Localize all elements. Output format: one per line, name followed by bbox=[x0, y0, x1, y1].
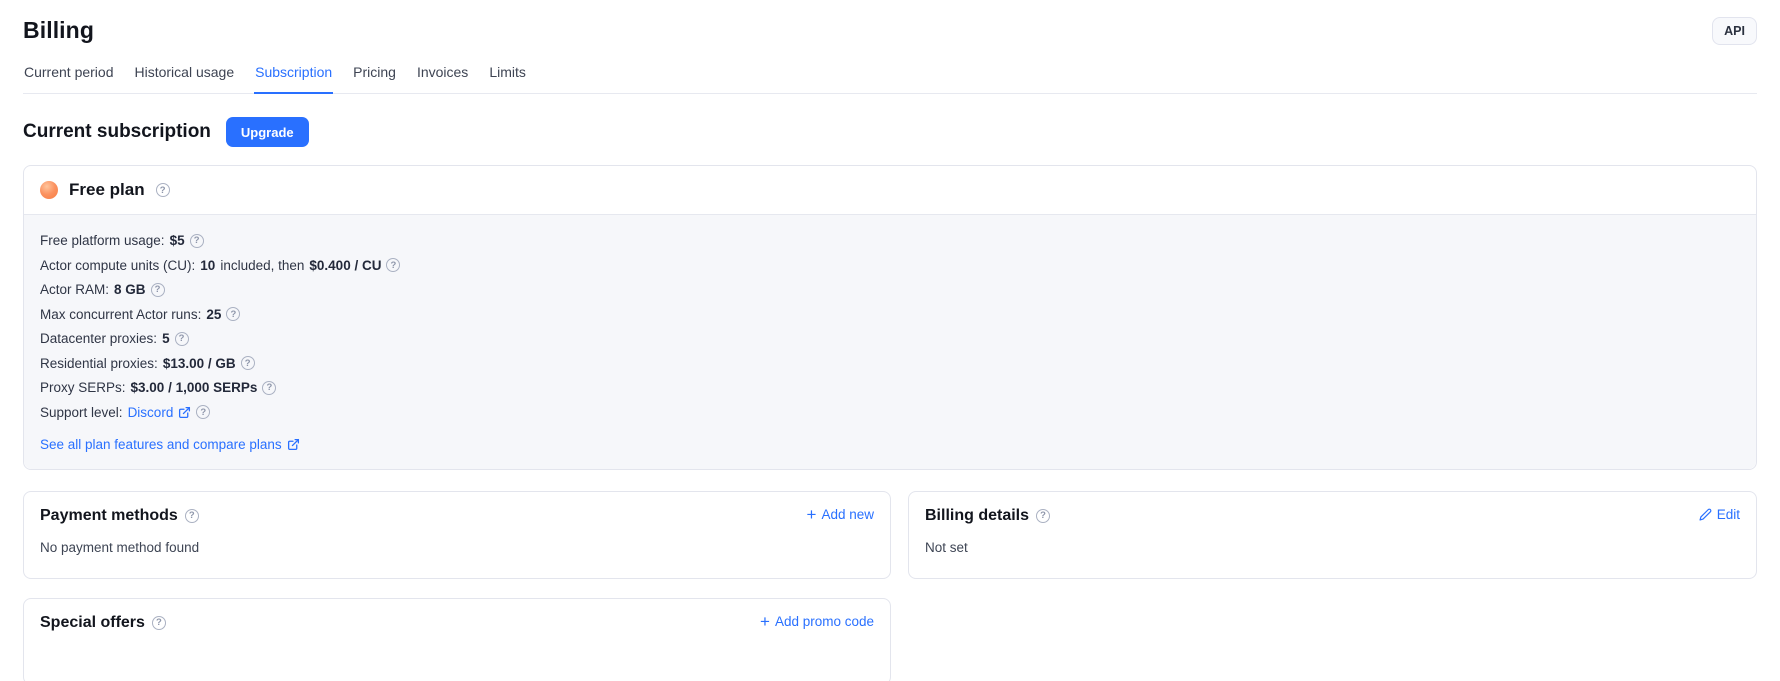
feature-row: Actor compute units (CU): 10 included, t… bbox=[40, 258, 1740, 273]
billing-details-title-group: Billing details ? bbox=[925, 507, 1050, 525]
feature-value: $3.00 / 1,000 SERPs bbox=[131, 380, 258, 395]
plan-card-header: Free plan ? bbox=[24, 166, 1756, 215]
tab-historical-usage[interactable]: Historical usage bbox=[134, 60, 236, 94]
plus-icon: + bbox=[807, 508, 817, 521]
tab-invoices[interactable]: Invoices bbox=[416, 60, 469, 94]
feature-label: Support level: bbox=[40, 405, 123, 420]
add-promo-code-label: Add promo code bbox=[775, 614, 874, 629]
feature-row: Residential proxies: $13.00 / GB ? bbox=[40, 356, 1740, 371]
payment-methods-title-group: Payment methods ? bbox=[40, 507, 199, 525]
api-button[interactable]: API bbox=[1712, 17, 1757, 45]
help-icon[interactable]: ? bbox=[241, 356, 255, 370]
feature-value: 10 bbox=[200, 258, 215, 273]
pencil-icon bbox=[1699, 508, 1712, 521]
payment-methods-empty-text: No payment method found bbox=[40, 540, 874, 555]
help-icon[interactable]: ? bbox=[175, 332, 189, 346]
feature-row: Free platform usage: $5 ? bbox=[40, 233, 1740, 248]
page-title: Billing bbox=[23, 17, 94, 44]
feature-label: Max concurrent Actor runs: bbox=[40, 307, 201, 322]
free-plan-card: Free plan ? Free platform usage: $5 ? Ac… bbox=[23, 165, 1757, 470]
special-offers-title-group: Special offers ? bbox=[40, 614, 166, 632]
feature-label: Residential proxies: bbox=[40, 356, 158, 371]
help-icon[interactable]: ? bbox=[196, 405, 210, 419]
special-offers-header: Special offers ? + Add promo code bbox=[40, 614, 874, 632]
page-header: Billing API bbox=[23, 0, 1757, 45]
help-icon[interactable]: ? bbox=[226, 307, 240, 321]
external-link-icon bbox=[178, 406, 191, 419]
feature-row: Actor RAM: 8 GB ? bbox=[40, 282, 1740, 297]
billing-details-empty-text: Not set bbox=[925, 540, 1740, 555]
feature-value: $5 bbox=[170, 233, 185, 248]
special-offers-title: Special offers bbox=[40, 614, 145, 632]
feature-label: Datacenter proxies: bbox=[40, 331, 157, 346]
external-link-icon bbox=[287, 438, 300, 451]
billing-details-card: Billing details ? Edit Not set bbox=[908, 491, 1757, 579]
feature-row: Proxy SERPs: $3.00 / 1,000 SERPs ? bbox=[40, 380, 1740, 395]
feature-value: 8 GB bbox=[114, 282, 146, 297]
payment-methods-title: Payment methods bbox=[40, 507, 178, 525]
feature-label: Actor RAM: bbox=[40, 282, 109, 297]
upgrade-button[interactable]: Upgrade bbox=[226, 117, 309, 147]
current-subscription-header: Current subscription Upgrade bbox=[23, 117, 1757, 147]
payment-methods-header: Payment methods ? + Add new bbox=[40, 507, 874, 525]
feature-value-2: $0.400 / CU bbox=[309, 258, 381, 273]
feature-mid-text: included, then bbox=[220, 258, 304, 273]
tab-pricing[interactable]: Pricing bbox=[352, 60, 397, 94]
add-promo-code-button[interactable]: + Add promo code bbox=[760, 614, 874, 629]
payment-methods-card: Payment methods ? + Add new No payment m… bbox=[23, 491, 891, 579]
billing-cards-row: Payment methods ? + Add new No payment m… bbox=[23, 491, 1757, 579]
feature-label: Proxy SERPs: bbox=[40, 380, 126, 395]
billing-details-title: Billing details bbox=[925, 507, 1029, 525]
compare-plans-link[interactable]: See all plan features and compare plans bbox=[40, 437, 300, 452]
feature-value: 25 bbox=[206, 307, 221, 322]
plus-icon: + bbox=[760, 615, 770, 628]
help-icon[interactable]: ? bbox=[152, 616, 166, 630]
discord-link[interactable]: Discord bbox=[128, 405, 192, 420]
special-offers-card: Special offers ? + Add promo code bbox=[23, 598, 891, 681]
help-icon[interactable]: ? bbox=[262, 381, 276, 395]
feature-value: $13.00 / GB bbox=[163, 356, 236, 371]
discord-link-label: Discord bbox=[128, 405, 174, 420]
feature-row: Max concurrent Actor runs: 25 ? bbox=[40, 307, 1740, 322]
edit-billing-details-button[interactable]: Edit bbox=[1699, 507, 1740, 522]
plan-tier-dot-icon bbox=[40, 181, 58, 199]
help-icon[interactable]: ? bbox=[185, 509, 199, 523]
feature-row: Datacenter proxies: 5 ? bbox=[40, 331, 1740, 346]
tab-subscription[interactable]: Subscription bbox=[254, 60, 333, 94]
help-icon[interactable]: ? bbox=[386, 258, 400, 272]
section-title: Current subscription bbox=[23, 121, 211, 143]
help-icon[interactable]: ? bbox=[1036, 509, 1050, 523]
feature-label: Actor compute units (CU): bbox=[40, 258, 195, 273]
help-icon[interactable]: ? bbox=[151, 283, 165, 297]
plan-name: Free plan bbox=[69, 180, 145, 200]
plan-card-body: Free platform usage: $5 ? Actor compute … bbox=[24, 215, 1756, 469]
billing-details-header: Billing details ? Edit bbox=[925, 507, 1740, 525]
billing-tabs: Current period Historical usage Subscrip… bbox=[23, 60, 1757, 94]
billing-page: Billing API Current period Historical us… bbox=[0, 0, 1780, 681]
tab-current-period[interactable]: Current period bbox=[23, 60, 115, 94]
edit-billing-details-label: Edit bbox=[1717, 507, 1740, 522]
tab-limits[interactable]: Limits bbox=[488, 60, 527, 94]
compare-plans-link-label: See all plan features and compare plans bbox=[40, 437, 282, 452]
add-payment-method-button[interactable]: + Add new bbox=[807, 507, 874, 522]
help-icon[interactable]: ? bbox=[156, 183, 170, 197]
help-icon[interactable]: ? bbox=[190, 234, 204, 248]
feature-label: Free platform usage: bbox=[40, 233, 165, 248]
feature-row: Support level: Discord ? bbox=[40, 405, 1740, 420]
add-payment-method-label: Add new bbox=[821, 507, 874, 522]
compare-plans-row: See all plan features and compare plans bbox=[40, 437, 1740, 452]
feature-value: 5 bbox=[162, 331, 170, 346]
